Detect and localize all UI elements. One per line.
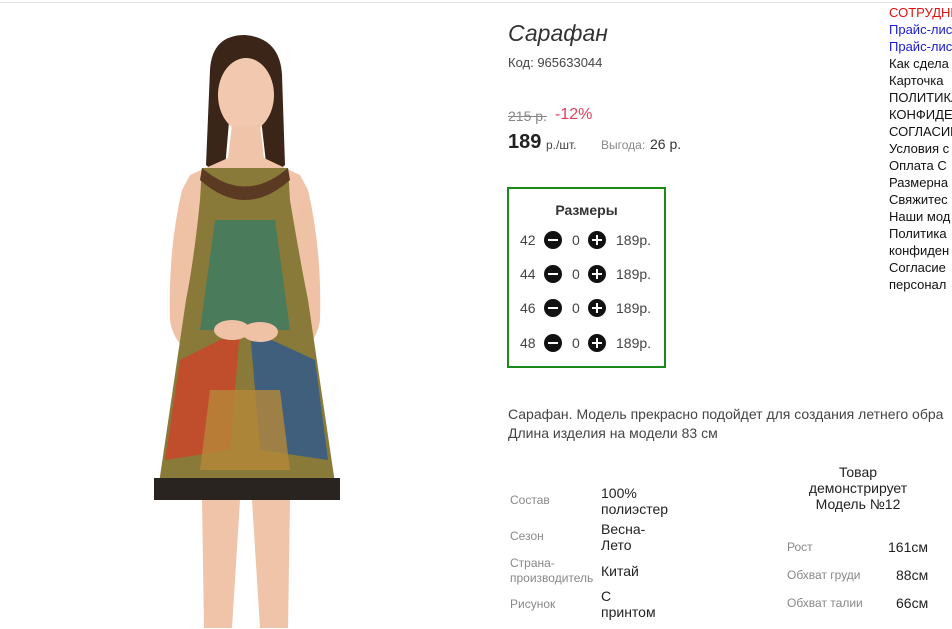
- product-code: Код: 965633044: [508, 55, 603, 70]
- sizes-panel: Размеры 42 0 189р. 44 0 189р. 46 0 189р.…: [507, 187, 666, 368]
- side-link[interactable]: Прайс-лис: [889, 38, 952, 55]
- side-link[interactable]: конфиден: [889, 242, 952, 259]
- minus-icon[interactable]: [544, 231, 562, 249]
- size-row: 46 0 189р.: [509, 298, 664, 318]
- spec-value-line: принтом: [601, 604, 656, 620]
- measurement-value: 161см: [888, 539, 928, 555]
- side-link[interactable]: Политика: [889, 225, 952, 242]
- size-price: 189р.: [616, 335, 652, 351]
- spec-label: Страна- производитель: [510, 556, 593, 586]
- description-line: Сарафан. Модель прекрасно подойдет для с…: [508, 406, 944, 422]
- old-price: 215 р.: [508, 108, 547, 124]
- plus-icon[interactable]: [588, 334, 606, 352]
- side-link[interactable]: Свяжитес: [889, 191, 952, 208]
- quantity-value: 0: [572, 335, 580, 351]
- minus-icon[interactable]: [544, 265, 562, 283]
- model-heading: Товар демонстрирует Модель №12: [800, 464, 916, 512]
- spec-value: Весна- Лето: [601, 521, 645, 553]
- size-number: 46: [520, 300, 536, 316]
- measurement-label: Обхват талии: [787, 596, 863, 610]
- side-link[interactable]: КОНФИДЕ: [889, 106, 952, 123]
- spec-label-line: производитель: [510, 571, 594, 585]
- spec-value-line: 100%: [601, 485, 637, 501]
- side-link[interactable]: Согласие: [889, 259, 952, 276]
- size-row: 42 0 189р.: [509, 230, 664, 250]
- spec-value-line: Лето: [601, 537, 632, 553]
- model-heading-line: демонстрирует: [808, 480, 908, 496]
- spec-label: Состав: [510, 493, 550, 507]
- side-link[interactable]: Наши мод: [889, 208, 952, 225]
- plus-icon[interactable]: [588, 299, 606, 317]
- side-link[interactable]: СОТРУДНИ: [889, 4, 952, 21]
- side-link[interactable]: Как сдела: [889, 55, 952, 72]
- plus-icon[interactable]: [588, 265, 606, 283]
- side-link[interactable]: Размерна: [889, 174, 952, 191]
- model-heading-line: Товар: [838, 464, 878, 480]
- measurement-value: 66см: [896, 595, 929, 611]
- plus-icon[interactable]: [588, 231, 606, 249]
- side-link[interactable]: ПОЛИТИКА: [889, 89, 952, 106]
- side-link[interactable]: Условия с: [889, 140, 952, 157]
- side-links: СОТРУДНИ Прайс-лис Прайс-лис Как сдела К…: [889, 4, 952, 293]
- discount-badge: -12%: [555, 106, 593, 123]
- price-unit: р./шт.: [546, 138, 577, 152]
- spec-label: Сезон: [510, 529, 544, 543]
- spec-value-line: Весна-: [601, 521, 646, 537]
- model-heading-line: Модель №12: [815, 496, 901, 512]
- size-row: 48 0 189р.: [509, 333, 664, 353]
- quantity-value: 0: [572, 232, 580, 248]
- size-number: 42: [520, 232, 536, 248]
- measurement-value: 88см: [896, 567, 929, 583]
- spec-value-line: полиэстер: [601, 501, 669, 517]
- spec-value-line: Китай: [601, 563, 639, 579]
- measurement-label: Рост: [787, 540, 813, 554]
- saving-value: 26 р.: [650, 136, 682, 152]
- minus-icon[interactable]: [544, 299, 562, 317]
- product-photo[interactable]: [140, 30, 360, 628]
- side-link[interactable]: СОГЛАСИЕ: [889, 123, 952, 140]
- quantity-value: 0: [572, 300, 580, 316]
- side-link[interactable]: Прайс-лис: [889, 21, 952, 38]
- description-line: Длина изделия на модели 83 см: [508, 425, 718, 441]
- quantity-value: 0: [572, 266, 580, 282]
- size-number: 44: [520, 266, 536, 282]
- size-number: 48: [520, 335, 536, 351]
- product-title: Сарафан: [508, 20, 608, 46]
- side-link[interactable]: Оплата С: [889, 157, 952, 174]
- spec-label-line: Страна-: [510, 556, 555, 570]
- saving-label: Выгода:: [601, 138, 646, 152]
- size-price: 189р.: [616, 300, 652, 316]
- spec-label: Рисунок: [510, 597, 556, 611]
- size-price: 189р.: [616, 232, 652, 248]
- side-link[interactable]: персонал: [889, 276, 952, 293]
- current-price: 189: [508, 131, 542, 153]
- product-description: Сарафан. Модель прекрасно подойдет для с…: [508, 405, 943, 443]
- size-price: 189р.: [616, 266, 652, 282]
- measurement-label: Обхват груди: [787, 568, 861, 582]
- spec-value: С принтом: [601, 588, 656, 620]
- size-row: 44 0 189р.: [509, 264, 664, 284]
- spec-value-line: С: [601, 588, 612, 604]
- spec-value: 100% полиэстер: [601, 485, 668, 517]
- top-divider: [0, 2, 952, 3]
- spec-value: Китай: [601, 563, 639, 579]
- minus-icon[interactable]: [544, 334, 562, 352]
- side-link[interactable]: Карточка: [889, 72, 952, 89]
- sizes-title: Размеры: [555, 202, 618, 218]
